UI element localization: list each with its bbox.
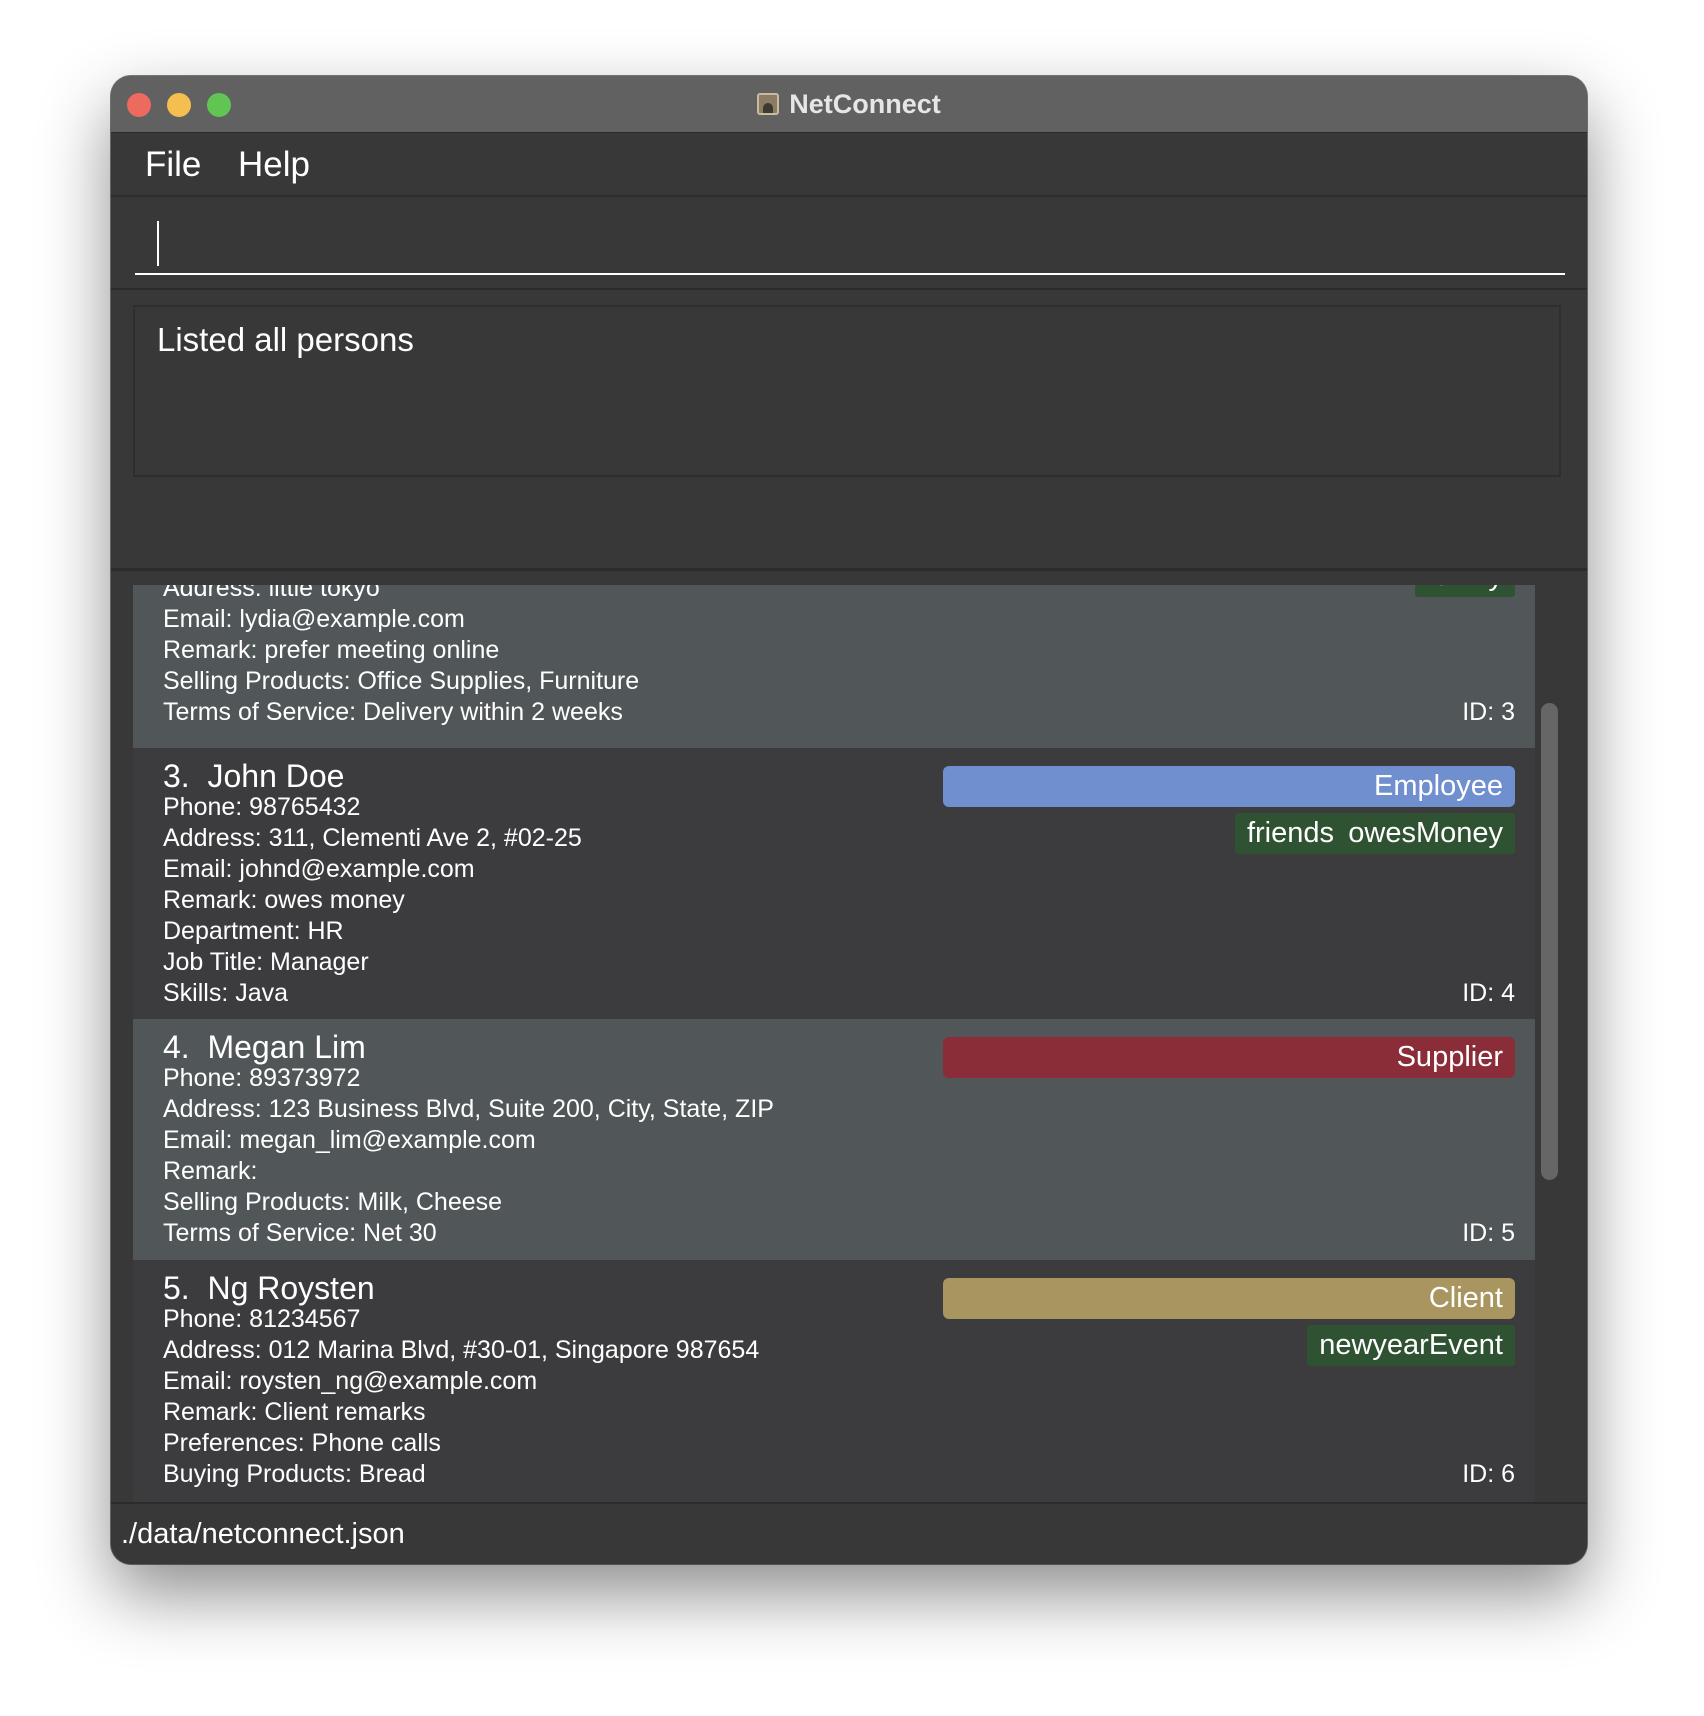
person-type-badge: Employee (943, 766, 1515, 807)
menu-file[interactable]: File (145, 145, 201, 185)
person-job-title: Job Title: Manager (163, 948, 369, 976)
person-type-badge: Supplier (943, 1037, 1515, 1078)
person-terms-of-service: Terms of Service: Net 30 (163, 1219, 437, 1247)
person-email: Email: lydia@example.com (163, 605, 465, 633)
person-name: 5. Ng Roysten (163, 1270, 375, 1306)
person-preferences: Preferences: Phone calls (163, 1429, 441, 1457)
person-phone: Phone: 98765432 (163, 793, 361, 821)
app-icon (757, 93, 780, 115)
person-remark: Remark: (163, 1157, 258, 1185)
person-phone: Phone: 89373972 (163, 1064, 361, 1092)
person-phone: Phone: 81234567 (163, 1305, 361, 1333)
person-tag: owesMoney (1336, 813, 1515, 854)
command-input[interactable] (135, 207, 1565, 275)
person-department: Department: HR (163, 917, 344, 945)
person-id: ID: 4 (1462, 979, 1515, 1007)
person-card[interactable]: 4. Megan Lim Supplier Phone: 89373972 Ad… (133, 1019, 1535, 1260)
person-tag: newyearEvent (1307, 1325, 1515, 1366)
save-file-path: ./data/netconnect.json (121, 1518, 405, 1550)
person-email: Email: roysten_ng@example.com (163, 1367, 538, 1395)
result-display-panel: Listed all persons (111, 288, 1587, 571)
menu-bar: File Help (111, 133, 1587, 197)
person-terms-of-service: Terms of Service: Delivery within 2 week… (163, 698, 623, 726)
person-card[interactable]: 3. John Doe Employee friends owesMoney P… (133, 748, 1535, 1019)
person-selling-products: Selling Products: Office Supplies, Furni… (163, 667, 640, 695)
app-window: NetConnect File Help Listed all persons … (111, 76, 1587, 1564)
person-id: ID: 6 (1462, 1460, 1515, 1488)
person-id: ID: 3 (1462, 698, 1515, 726)
person-card[interactable]: 5. Ng Roysten Client newyearEvent Phone:… (133, 1260, 1535, 1532)
menu-help[interactable]: Help (238, 145, 310, 185)
person-name: 4. Megan Lim (163, 1029, 366, 1065)
person-card[interactable]: Address: little tokyo family Email: lydi… (133, 585, 1535, 748)
command-box (111, 197, 1587, 287)
person-address: Address: little tokyo (163, 585, 380, 602)
person-address: Address: 012 Marina Blvd, #30-01, Singap… (163, 1336, 760, 1364)
title-bar: NetConnect (111, 76, 1587, 133)
status-bar: ./data/netconnect.json (111, 1502, 1587, 1564)
list-scrollbar[interactable] (1541, 703, 1558, 1180)
person-remark: Remark: prefer meeting online (163, 636, 500, 664)
person-id: ID: 5 (1462, 1219, 1515, 1247)
person-address: Address: 311, Clementi Ave 2, #02-25 (163, 824, 582, 852)
window-title: NetConnect (789, 88, 941, 119)
person-email: Email: megan_lim@example.com (163, 1126, 536, 1154)
person-email: Email: johnd@example.com (163, 855, 475, 883)
person-remark: Remark: owes money (163, 886, 405, 914)
person-tag: family (1415, 585, 1515, 597)
result-message: Listed all persons (157, 321, 414, 358)
person-skills: Skills: Java (163, 979, 289, 1007)
person-name: 3. John Doe (163, 758, 345, 794)
person-selling-products: Selling Products: Milk, Cheese (163, 1188, 503, 1216)
person-type-badge: Client (943, 1278, 1515, 1319)
person-buying-products: Buying Products: Bread (163, 1460, 426, 1488)
person-tag: friends (1234, 813, 1346, 854)
text-caret (157, 221, 159, 266)
person-remark: Remark: Client remarks (163, 1398, 426, 1426)
person-address: Address: 123 Business Blvd, Suite 200, C… (163, 1095, 774, 1123)
result-display[interactable]: Listed all persons (133, 305, 1561, 477)
person-list[interactable]: Address: little tokyo family Email: lydi… (133, 585, 1535, 1559)
